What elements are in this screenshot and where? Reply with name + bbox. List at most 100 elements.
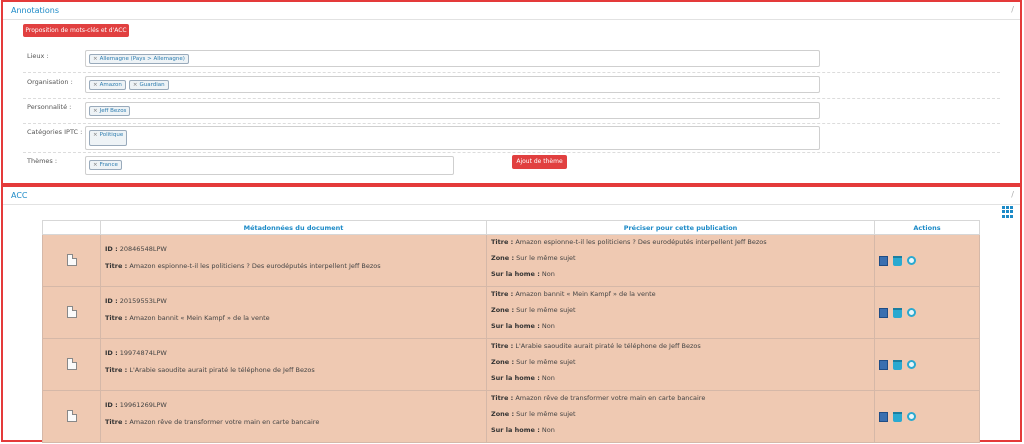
field-label: Catégories IPTC : (27, 128, 83, 136)
document-icon (66, 305, 77, 318)
grid-view-icon[interactable] (1002, 206, 1014, 218)
titre-label: Titre : (105, 418, 128, 426)
pub-title: Amazon bannit « Mein Kampf » de la vente (515, 290, 656, 298)
iptc-input[interactable]: × Politique (85, 126, 820, 150)
header-pub: Préciser pour cette publication (486, 220, 875, 235)
acc-title: ACC (11, 191, 28, 200)
zone-label: Zone : (491, 358, 515, 366)
tag-remove-icon[interactable]: × (93, 162, 98, 168)
propose-keywords-button[interactable]: Proposition de mots-clés et d'ACC (23, 24, 129, 37)
field-label: Organisation : (27, 78, 73, 86)
titre-label: Titre : (491, 290, 514, 298)
tag[interactable]: × France (89, 160, 122, 170)
acc-table: Métadonnées du document Préciser pour ce… (42, 220, 980, 443)
annotations-header[interactable]: Annotations / (3, 2, 1020, 20)
field-row-lieux: Lieux : × Allemagne (Pays > Allemagne) (23, 47, 1000, 73)
table-row: ID : 20846548LPW Titre : Amazon espionne… (42, 234, 980, 287)
tag-label: Allemagne (Pays > Allemagne) (99, 56, 185, 62)
header-meta: Métadonnées du document (100, 220, 487, 235)
pub-home: Non (541, 426, 555, 434)
titre-label: Titre : (105, 262, 128, 270)
field-label: Lieux : (27, 52, 49, 60)
edit-icon[interactable] (879, 411, 888, 422)
personnalite-input[interactable]: × Jeff Bezos (85, 102, 820, 119)
table-row: ID : 19974874LPW Titre : L'Arabie saoudi… (42, 338, 980, 391)
tag-remove-icon[interactable]: × (93, 132, 98, 138)
doc-title: Amazon rêve de transformer votre main en… (129, 418, 320, 426)
pub-zone: Sur le même sujet (516, 306, 576, 314)
tag-label: Jeff Bezos (99, 108, 127, 114)
doc-id: 20846548LPW (119, 245, 167, 253)
header-actions: Actions (874, 220, 980, 235)
tag-label: Politique (99, 132, 124, 138)
doc-title: Amazon espionne-t-il les politiciens ? D… (129, 262, 381, 270)
tag[interactable]: × Amazon (89, 80, 126, 90)
zone-label: Zone : (491, 410, 515, 418)
edit-icon[interactable] (879, 359, 888, 370)
tag[interactable]: × Guardian (128, 80, 169, 90)
doc-id: 19961269LPW (119, 401, 167, 409)
field-label: Thèmes : (27, 157, 58, 165)
add-theme-button[interactable]: Ajout de thème (512, 155, 567, 169)
doc-id: 19974874LPW (119, 349, 167, 357)
doc-title: L'Arabie saoudite aurait piraté le télép… (129, 366, 315, 374)
tag-label: France (99, 162, 118, 168)
pub-title: Amazon rêve de transformer votre main en… (515, 394, 706, 402)
doc-title: Amazon bannit « Mein Kampf » de la vente (129, 314, 270, 322)
trash-icon[interactable] (893, 307, 902, 318)
tag-remove-icon[interactable]: × (93, 82, 98, 88)
trash-icon[interactable] (893, 359, 902, 370)
id-label: ID : (105, 297, 118, 305)
tag-label: Amazon (99, 82, 122, 88)
themes-input[interactable]: × France (85, 156, 454, 175)
collapse-icon[interactable]: / (1011, 5, 1014, 14)
titre-label: Titre : (105, 314, 128, 322)
home-label: Sur la home : (491, 426, 540, 434)
titre-label: Titre : (105, 366, 128, 374)
edit-icon[interactable] (879, 255, 888, 266)
collapse-icon[interactable]: / (1011, 190, 1014, 199)
header-icon-col (42, 220, 101, 235)
lieux-input[interactable]: × Allemagne (Pays > Allemagne) (85, 50, 820, 67)
tag[interactable]: × Politique (89, 130, 128, 146)
document-icon (66, 409, 77, 422)
pub-zone: Sur le même sujet (516, 410, 576, 418)
tag[interactable]: × Allemagne (Pays > Allemagne) (89, 54, 189, 64)
pub-title: L'Arabie saoudite aurait piraté le télép… (515, 342, 701, 350)
trash-icon[interactable] (893, 411, 902, 422)
zoom-icon[interactable] (907, 308, 916, 317)
acc-header[interactable]: ACC / (3, 187, 1020, 205)
table-row: ID : 20159553LPW Titre : Amazon bannit «… (42, 286, 980, 339)
pub-home: Non (541, 374, 555, 382)
doc-id: 20159553LPW (119, 297, 167, 305)
zoom-icon[interactable] (907, 412, 916, 421)
tag-remove-icon[interactable]: × (93, 56, 98, 62)
tag-label: Guardian (139, 82, 165, 88)
zoom-icon[interactable] (907, 360, 916, 369)
edit-icon[interactable] (879, 307, 888, 318)
document-icon (66, 357, 77, 370)
tag-remove-icon[interactable]: × (93, 108, 98, 114)
zoom-icon[interactable] (907, 256, 916, 265)
table-row: ID : 19961269LPW Titre : Amazon rêve de … (42, 390, 980, 443)
titre-label: Titre : (491, 342, 514, 350)
field-row-iptc: Catégories IPTC : × Politique (23, 124, 1000, 153)
home-label: Sur la home : (491, 270, 540, 278)
organisation-input[interactable]: × Amazon × Guardian (85, 76, 820, 93)
tag[interactable]: × Jeff Bezos (89, 106, 131, 116)
pub-home: Non (541, 322, 555, 330)
field-row-personnalite: Personnalité : × Jeff Bezos (23, 99, 1000, 124)
tag-remove-icon[interactable]: × (133, 82, 138, 88)
titre-label: Titre : (491, 394, 514, 402)
field-row-organisation: Organisation : × Amazon × Guardian (23, 73, 1000, 99)
zone-label: Zone : (491, 254, 515, 262)
pub-home: Non (541, 270, 555, 278)
trash-icon[interactable] (893, 255, 902, 266)
pub-zone: Sur le même sujet (516, 254, 576, 262)
titre-label: Titre : (491, 238, 514, 246)
home-label: Sur la home : (491, 374, 540, 382)
id-label: ID : (105, 245, 118, 253)
pub-title: Amazon espionne-t-il les politiciens ? D… (515, 238, 767, 246)
field-label: Personnalité : (27, 103, 72, 111)
zone-label: Zone : (491, 306, 515, 314)
